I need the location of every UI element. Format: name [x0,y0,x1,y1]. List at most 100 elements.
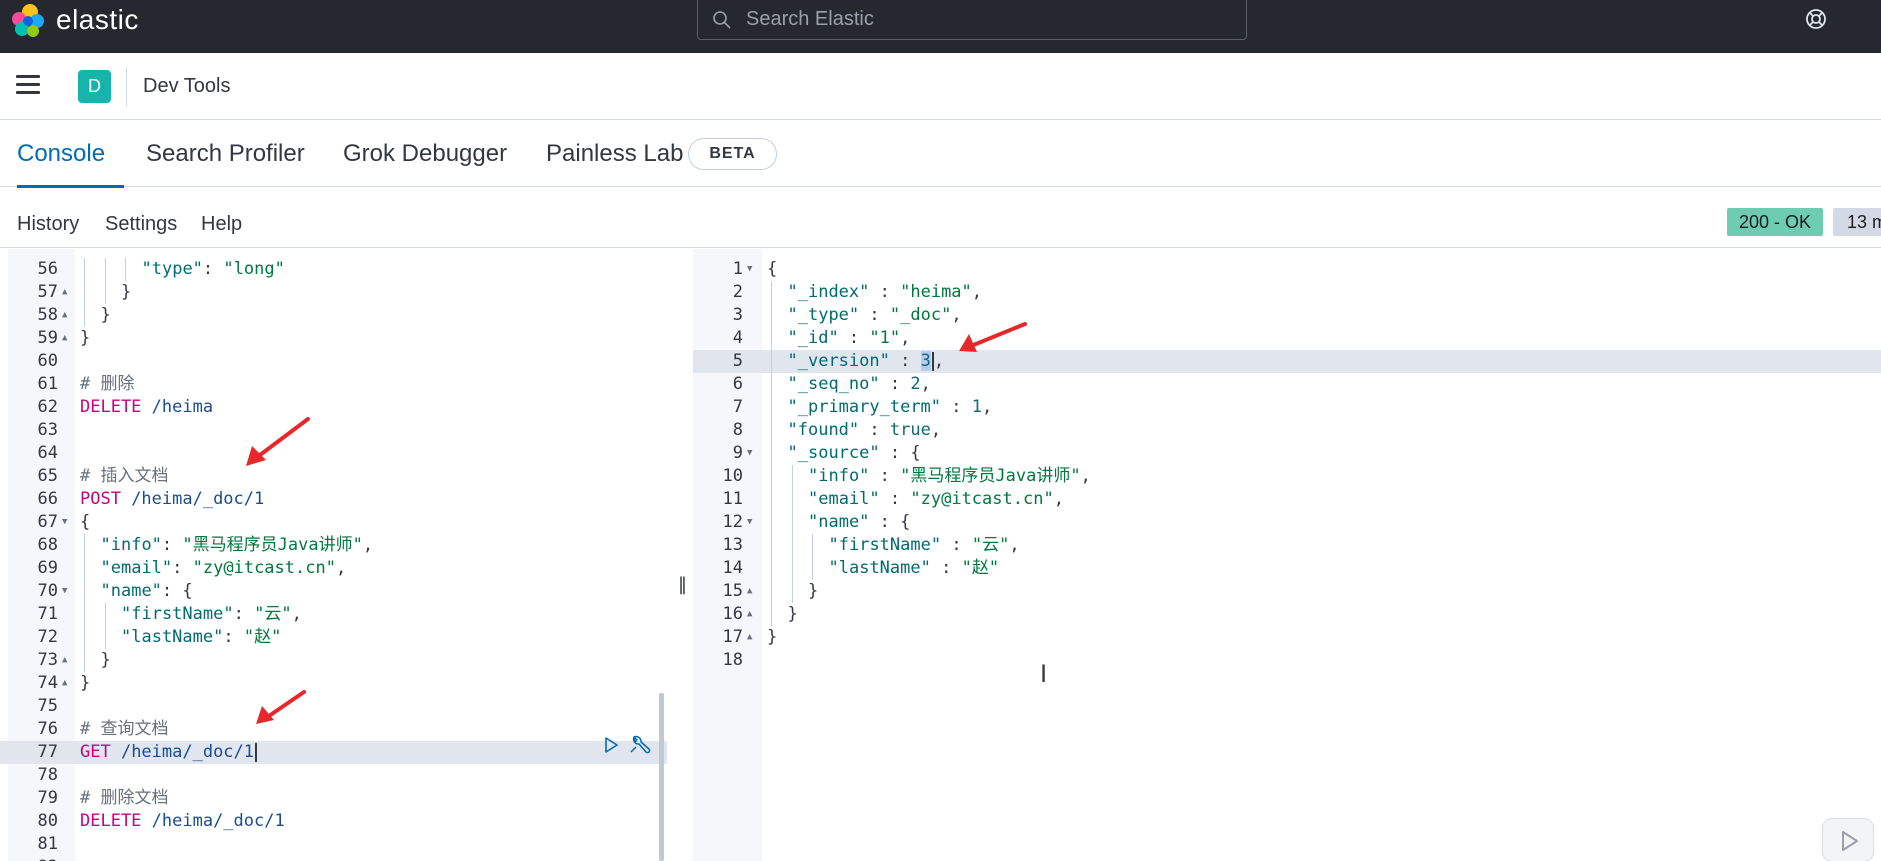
editor-resizer[interactable] [667,249,693,861]
wrench-icon[interactable] [628,734,652,756]
play-icon[interactable] [601,735,621,755]
global-search[interactable] [697,0,1247,40]
response-editor[interactable]: 1 ▼{2 "_index" : "heima", 3 "_type" : "_doc"… [693,249,1881,861]
fold-arrow-down-icon[interactable]: ▼ [62,511,67,534]
request-line[interactable]: 71 "firstName": "云", [0,603,667,626]
request-line[interactable]: 75 [0,695,667,718]
response-line[interactable]: 8 "found" : true, [693,419,1881,442]
response-line[interactable]: 6 "_seq_no" : 2, [693,373,1881,396]
space-avatar[interactable]: D [78,70,111,103]
line-number: 16 [722,604,743,624]
response-line[interactable]: 7 "_primary_term" : 1, [693,396,1881,419]
request-line[interactable]: 60 [0,350,667,373]
request-line[interactable]: 69 "email": "zy@itcast.cn", [0,557,667,580]
line-number: 61 [37,374,58,394]
response-line[interactable]: 12 ▼ "name" : { [693,511,1881,534]
indent-guide [771,442,772,465]
response-line[interactable]: 5 "_version" : 3, [693,350,1881,373]
request-line[interactable]: 79 # 删除文档 [0,787,667,810]
request-line[interactable]: 82 [0,856,667,861]
tab-painless-lab[interactable]: Painless Lab [546,121,683,187]
fold-arrow-up-icon[interactable]: ▲ [62,672,67,695]
help-icon[interactable] [1804,7,1828,31]
request-line[interactable]: 76 # 查询文档 [0,718,667,741]
request-line[interactable]: 67 ▼ { [0,511,667,534]
request-line[interactable]: 81 [0,833,667,856]
search-input[interactable] [746,8,1226,31]
tab-grok-debugger[interactable]: Grok Debugger [343,121,507,187]
indent-guide [771,350,772,373]
elastic-logo[interactable]: elastic [10,0,139,40]
breadcrumb-dev-tools[interactable]: Dev Tools [143,75,230,98]
fold-arrow-up-icon[interactable]: ▲ [747,580,752,603]
red-arrow-annotation-icon [959,322,1027,352]
request-line[interactable]: 62 DELETE /heima [0,396,667,419]
request-line[interactable]: 70 ▼ "name": { [0,580,667,603]
video-play-badge[interactable] [1822,818,1874,861]
request-line[interactable]: 59 ▲} [0,327,667,350]
tab-console[interactable]: Console [17,121,124,188]
request-line[interactable]: 68 "info": "黑马程序员Java讲师", [0,534,667,557]
request-line[interactable]: 56 "type": "long" [0,258,667,281]
fold-arrow-up-icon[interactable]: ▲ [747,603,752,626]
request-line[interactable]: 65 # 插入文档 [0,465,667,488]
response-line[interactable]: 10 "info" : "黑马程序员Java讲师", [693,465,1881,488]
response-line[interactable]: 16 ▲} [693,603,1881,626]
response-line[interactable]: 15 ▲} [693,580,1881,603]
search-icon [713,10,731,29]
fold-arrow-down-icon[interactable]: ▼ [62,580,67,603]
response-line[interactable]: 13 "firstName" : "云", [693,534,1881,557]
menu-toggle-icon[interactable] [16,75,40,95]
response-line[interactable]: 17 ▲} [693,626,1881,649]
request-line[interactable]: 72 "lastName": "赵" [0,626,667,649]
dev-tools-tabs: Console Search Profiler Grok Debugger Pa… [0,121,1881,188]
fold-arrow-up-icon[interactable]: ▲ [62,281,67,304]
fold-arrow-up-icon[interactable]: ▲ [62,327,67,350]
request-line[interactable]: 61 # 删除 [0,373,667,396]
request-line[interactable]: 64 [0,442,667,465]
fold-arrow-down-icon[interactable]: ▼ [747,258,752,281]
indent-guide [84,603,85,626]
code-text: } [80,673,91,693]
request-editor[interactable]: 56 "type": "long" 57 ▲} 58 ▲} 59 ▲} 60 61 # 删除 62 DE… [0,249,667,861]
response-line[interactable]: 2 "_index" : "heima", [693,281,1881,304]
fold-arrow-up-icon[interactable]: ▲ [62,649,67,672]
line-number: 66 [37,489,58,509]
line-number: 59 [37,328,58,348]
request-line[interactable]: 80 DELETE /heima/_doc/1 [0,810,667,833]
response-line[interactable]: 18 [693,649,1881,672]
history-link[interactable]: History [17,213,79,236]
response-line[interactable]: 3 "_type" : "_doc", [693,304,1881,327]
line-number: 79 [37,788,58,808]
request-editor-scrollbar[interactable] [659,693,664,861]
code-text: "_seq_no" : 2, [787,374,931,394]
response-line[interactable]: 14 "lastName" : "赵" [693,557,1881,580]
fold-arrow-up-icon[interactable]: ▲ [747,626,752,649]
resize-handle-icon[interactable]: ‖ [678,574,687,595]
fold-arrow-up-icon[interactable]: ▲ [62,304,67,327]
request-line[interactable]: 78 [0,764,667,787]
code-text: "firstName": "云", [121,604,302,624]
response-line[interactable]: 11 "email" : "zy@itcast.cn", [693,488,1881,511]
response-line[interactable]: 9 ▼ "_source" : { [693,442,1881,465]
elastic-logo-icon [12,4,44,37]
request-line[interactable]: 74 ▲} [0,672,667,695]
indent-guide [791,488,793,511]
code-text: "_index" : "heima", [787,282,983,302]
response-line[interactable]: 4 "_id" : "1", [693,327,1881,350]
response-line[interactable]: 1 ▼ { [693,258,1881,281]
fold-arrow-down-icon[interactable]: ▼ [747,511,752,534]
request-line[interactable]: 73 ▲} [0,649,667,672]
request-line[interactable]: 66 POST /heima/_doc/1 [0,488,667,511]
request-line[interactable]: 77 GET /heima/_doc/1 [0,741,667,764]
code-text: } [808,581,819,601]
tab-search-profiler[interactable]: Search Profiler [146,121,305,187]
help-link[interactable]: Help [201,213,242,236]
settings-link[interactable]: Settings [105,213,177,236]
code-text: "name": { [100,581,193,601]
fold-arrow-down-icon[interactable]: ▼ [747,442,752,465]
request-line[interactable]: 63 [0,419,667,442]
code-text: "name" : { [808,512,911,532]
request-line[interactable]: 58 ▲} [0,304,667,327]
request-line[interactable]: 57 ▲} [0,281,667,304]
